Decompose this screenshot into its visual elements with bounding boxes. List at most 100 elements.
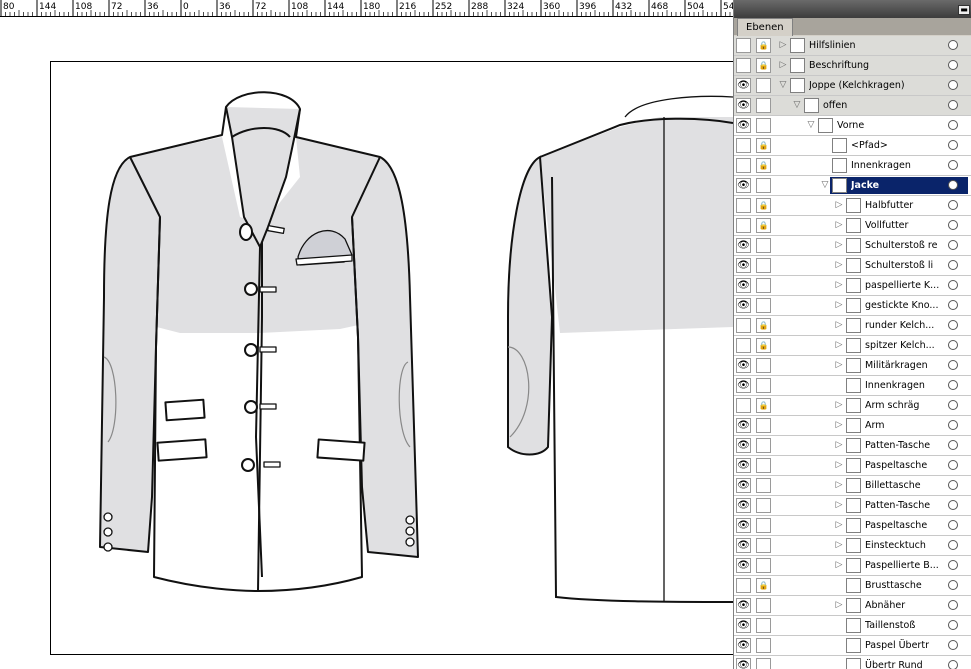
layer-name[interactable]: Patten-Tasche — [865, 436, 944, 455]
lock-toggle[interactable] — [756, 478, 771, 493]
layer-name[interactable]: Brusttasche — [865, 576, 944, 595]
tab-ebenen[interactable]: Ebenen — [737, 18, 793, 36]
layer-name[interactable]: Paspel Übertr — [865, 636, 944, 655]
eye-icon[interactable]: 👁 — [736, 478, 751, 493]
lock-icon[interactable]: 🔒 — [756, 218, 771, 233]
triangle-right-icon[interactable]: ▷ — [834, 560, 844, 571]
lock-toggle[interactable] — [756, 98, 771, 113]
triangle-right-icon[interactable]: ▷ — [834, 260, 844, 271]
lock-toggle[interactable] — [756, 78, 771, 93]
layer-row[interactable]: 👁 ▷ Patten-Tasche — [734, 436, 971, 456]
layer-row[interactable]: 🔒 Brusttasche — [734, 576, 971, 596]
layer-name[interactable]: gestickte Kno... — [865, 296, 944, 315]
layer-name[interactable]: Beschriftung — [809, 56, 944, 75]
triangle-right-icon[interactable]: ▷ — [834, 220, 844, 231]
eye-icon[interactable]: 👁 — [736, 498, 751, 513]
eye-icon[interactable]: 👁 — [736, 618, 751, 633]
layer-row[interactable]: 👁 ▷ Billettasche — [734, 476, 971, 496]
target-circle-icon[interactable] — [948, 60, 958, 70]
lock-icon[interactable]: 🔒 — [756, 578, 771, 593]
target-circle-icon[interactable] — [948, 220, 958, 230]
eye-icon[interactable]: 👁 — [736, 358, 751, 373]
eye-icon[interactable]: 👁 — [736, 538, 751, 553]
target-circle-icon[interactable] — [948, 560, 958, 570]
triangle-down-icon[interactable]: ▽ — [806, 120, 816, 131]
layer-row[interactable]: 👁 ▷ Paspeltasche — [734, 456, 971, 476]
layer-row[interactable]: 👁 ▷ Abnäher — [734, 596, 971, 616]
visibility-toggle[interactable] — [736, 338, 751, 353]
visibility-toggle[interactable] — [736, 38, 751, 53]
layer-name[interactable]: Schulterstoß re — [865, 236, 944, 255]
layer-name[interactable]: Übertr Rund — [865, 656, 944, 669]
target-circle-icon[interactable] — [948, 340, 958, 350]
lock-icon[interactable]: 🔒 — [756, 158, 771, 173]
jacket-artwork[interactable] — [0, 17, 733, 669]
layer-name[interactable]: Paspellierte B... — [865, 556, 944, 575]
layer-name[interactable]: Patten-Tasche — [865, 496, 944, 515]
layer-row[interactable]: 👁 ▷ Paspellierte B... — [734, 556, 971, 576]
layer-row[interactable]: 👁 ▷ Schulterstoß re — [734, 236, 971, 256]
triangle-right-icon[interactable]: ▷ — [834, 300, 844, 311]
layer-row[interactable]: 👁 ▷ Arm — [734, 416, 971, 436]
layer-row[interactable]: 🔒 <Pfad> — [734, 136, 971, 156]
layer-name[interactable]: Innenkragen — [865, 376, 944, 395]
eye-icon[interactable]: 👁 — [736, 278, 751, 293]
layer-name[interactable]: Hilfslinien — [809, 36, 944, 55]
layer-row[interactable]: 🔒 ▷ runder Kelch... — [734, 316, 971, 336]
layer-name[interactable]: Militärkragen — [865, 356, 944, 375]
triangle-down-icon[interactable]: ▽ — [792, 100, 802, 111]
eye-icon[interactable]: 👁 — [736, 598, 751, 613]
eye-icon[interactable]: 👁 — [736, 558, 751, 573]
layer-name[interactable]: spitzer Kelch... — [865, 336, 944, 355]
layer-name[interactable]: Arm schräg — [865, 396, 944, 415]
target-circle-icon[interactable] — [948, 660, 958, 669]
layer-name[interactable]: Billettasche — [865, 476, 944, 495]
layer-name[interactable]: offen — [823, 96, 944, 115]
eye-icon[interactable]: 👁 — [736, 518, 751, 533]
lock-toggle[interactable] — [756, 238, 771, 253]
triangle-right-icon[interactable]: ▷ — [834, 320, 844, 331]
layer-row[interactable]: 👁 ▷ Militärkragen — [734, 356, 971, 376]
target-circle-icon[interactable] — [948, 100, 958, 110]
layer-row[interactable]: 🔒 ▷ Vollfutter — [734, 216, 971, 236]
target-circle-icon[interactable] — [948, 300, 958, 310]
triangle-right-icon[interactable]: ▷ — [834, 280, 844, 291]
layer-name[interactable]: Vollfutter — [865, 216, 944, 235]
layer-name[interactable]: Einstecktuch — [865, 536, 944, 555]
layer-row[interactable]: 🔒 ▷ Beschriftung — [734, 56, 971, 76]
layer-row[interactable]: 👁 Übertr Rund — [734, 656, 971, 669]
triangle-right-icon[interactable]: ▷ — [834, 200, 844, 211]
layer-row[interactable]: 👁 Paspel Übertr — [734, 636, 971, 656]
target-circle-icon[interactable] — [948, 540, 958, 550]
target-circle-icon[interactable] — [948, 320, 958, 330]
triangle-right-icon[interactable]: ▷ — [834, 240, 844, 251]
triangle-right-icon[interactable]: ▷ — [834, 440, 844, 451]
layer-name[interactable]: Halbfutter — [865, 196, 944, 215]
lock-toggle[interactable] — [756, 558, 771, 573]
lock-toggle[interactable] — [756, 638, 771, 653]
eye-icon[interactable]: 👁 — [736, 258, 751, 273]
layer-row[interactable]: 🔒 ▷ Halbfutter — [734, 196, 971, 216]
visibility-toggle[interactable] — [736, 398, 751, 413]
layer-name[interactable]: Jacke — [851, 176, 944, 195]
lock-icon[interactable]: 🔒 — [756, 338, 771, 353]
layer-row[interactable]: 🔒 Innenkragen — [734, 156, 971, 176]
layer-row[interactable]: 👁 Innenkragen — [734, 376, 971, 396]
eye-icon[interactable]: 👁 — [736, 438, 751, 453]
layer-row[interactable]: 👁 ▷ gestickte Kno... — [734, 296, 971, 316]
target-circle-icon[interactable] — [948, 520, 958, 530]
layer-name[interactable]: <Pfad> — [851, 136, 944, 155]
target-circle-icon[interactable] — [948, 260, 958, 270]
layer-name[interactable]: Paspeltasche — [865, 516, 944, 535]
layer-name[interactable]: Abnäher — [865, 596, 944, 615]
lock-toggle[interactable] — [756, 538, 771, 553]
layer-row[interactable]: 🔒 ▷ spitzer Kelch... — [734, 336, 971, 356]
layer-name[interactable]: Schulterstoß li — [865, 256, 944, 275]
lock-toggle[interactable] — [756, 498, 771, 513]
triangle-right-icon[interactable]: ▷ — [834, 520, 844, 531]
lock-toggle[interactable] — [756, 618, 771, 633]
triangle-right-icon[interactable]: ▷ — [834, 500, 844, 511]
lock-toggle[interactable] — [756, 598, 771, 613]
layer-name[interactable]: Paspeltasche — [865, 456, 944, 475]
triangle-right-icon[interactable]: ▷ — [834, 540, 844, 551]
